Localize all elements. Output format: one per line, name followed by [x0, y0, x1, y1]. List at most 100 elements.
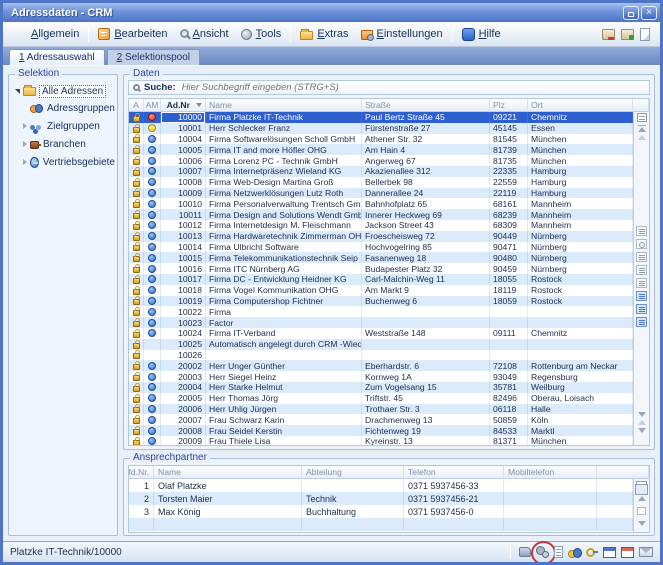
- grid-view-icon[interactable]: [636, 317, 647, 327]
- menu-extras[interactable]: Extras: [294, 26, 354, 42]
- address-row[interactable]: 10025Automatisch angelegt durch CRM -Wie…: [129, 339, 633, 350]
- contact-cards-icon[interactable]: [636, 481, 647, 490]
- column-header-name[interactable]: Name: [206, 99, 362, 112]
- search-input[interactable]: [180, 81, 645, 94]
- scroll-down-icon[interactable]: [638, 412, 646, 417]
- detail-view-icon[interactable]: [636, 304, 647, 314]
- contact-row[interactable]: 2Torsten MaierTechnik0371 5937456-21: [129, 492, 633, 505]
- contact-column-header-telefon[interactable]: Telefon: [404, 466, 504, 479]
- table-status-button[interactable]: [621, 547, 634, 558]
- list-view-icon[interactable]: [636, 291, 647, 301]
- contact-options-icon[interactable]: [637, 507, 646, 515]
- address-row[interactable]: 10023Factor: [129, 317, 633, 328]
- phone-status-button[interactable]: [519, 547, 531, 557]
- address-row[interactable]: 10013Firma Hardwaretechnik Zimmerman OHG…: [129, 231, 633, 242]
- address-row[interactable]: 10012Firma Internetdesign M. Fleischmann…: [129, 220, 633, 231]
- address-row[interactable]: 20009Frau Thiele LisaKyreinstr. 1381371M…: [129, 436, 633, 445]
- notes-status-button[interactable]: [554, 546, 563, 558]
- menu-bearbeiten[interactable]: Bearbeiten: [92, 26, 173, 42]
- contact-column-header-mobiltelefon[interactable]: Mobiltelefon: [504, 466, 597, 479]
- address-row[interactable]: 10006Firma Lorenz PC - Technik GmbHAnger…: [129, 155, 633, 166]
- column-header-lock[interactable]: A: [129, 99, 144, 112]
- address-row[interactable]: 10007Firma Internetpräsenz Wieland KGAka…: [129, 166, 633, 177]
- tree-root-alle-adressen[interactable]: Alle Adressen: [15, 85, 115, 98]
- restore-button[interactable]: [623, 6, 639, 20]
- address-row[interactable]: 20007Frau Schwarz KarinDrachmenweg 13508…: [129, 414, 633, 425]
- scroll-up-icon[interactable]: [638, 127, 646, 132]
- menu-tools[interactable]: Tools: [235, 26, 288, 42]
- address-row[interactable]: 20004Herr Starke HelmutZum Vogelsang 153…: [129, 382, 633, 393]
- copy-icon[interactable]: [636, 278, 647, 288]
- address-row[interactable]: 10024Firma IT-VerbandWeststraße 14809111…: [129, 328, 633, 339]
- column-chooser-icon[interactable]: [637, 113, 647, 122]
- text-view-icon[interactable]: [636, 252, 647, 262]
- name-cell: Herr Thomas Jörg: [206, 393, 362, 404]
- address-row[interactable]: 10004Firma Softwarelösungen Scholl GmbHA…: [129, 134, 633, 145]
- address-row[interactable]: 20008Frau Seidel KerstinFichtenweg 19845…: [129, 425, 633, 436]
- zoom-icon[interactable]: [636, 239, 647, 249]
- process-status-button[interactable]: [536, 546, 549, 558]
- lock-icon: [133, 299, 140, 305]
- address-row[interactable]: 10009Firma Netzwerklösungen Lutz RothDan…: [129, 188, 633, 199]
- menu-hilfe[interactable]: Hilfe: [456, 26, 507, 43]
- contact-scroll-up-icon[interactable]: [638, 496, 646, 501]
- address-row[interactable]: 20006Herr Uhlig JürgenTrothaer Str. 3061…: [129, 404, 633, 415]
- contact-column-header-abteilung[interactable]: Abteilung: [302, 466, 404, 479]
- tree-item-vertriebsgebiete[interactable]: Vertriebsgebiete: [23, 156, 115, 168]
- column-header-strasse[interactable]: Straße: [362, 99, 490, 112]
- contact-row[interactable]: 3Max KönigBuchhaltung0371 5937456-0: [129, 505, 633, 518]
- address-row[interactable]: 10017Firma DC - Entwicklung Heidner KGCa…: [129, 274, 633, 285]
- address-row[interactable]: 20002Herr Unger GüntherEberhardstr. 6721…: [129, 360, 633, 371]
- address-row[interactable]: 10005Firma IT and more Höfler OHGAm Hain…: [129, 144, 633, 155]
- contact-column-header-lfd-nr-[interactable]: Lfd.Nr.: [129, 466, 154, 479]
- permissions-status-button[interactable]: [586, 547, 598, 558]
- address-row[interactable]: 10019Firma Computershop FichtnerBuchenwe…: [129, 296, 633, 307]
- address-row[interactable]: 10000Firma Platzke IT-TechnikPaul Bertz …: [129, 112, 633, 123]
- menu-ansicht[interactable]: Ansicht: [174, 26, 235, 42]
- address-row[interactable]: 20005Herr Thomas JörgTriftstr. 4582496Ob…: [129, 393, 633, 404]
- address-row[interactable]: 10010Firma Personalverwaltung Trentsch G…: [129, 198, 633, 209]
- address-row[interactable]: 20003Herr Siegel HeinzKornweg 1A93049Reg…: [129, 371, 633, 382]
- contact-scroll-down-icon[interactable]: [638, 521, 646, 526]
- tab-1-adressauswahl[interactable]: 1 Adressauswahl: [9, 49, 105, 65]
- address-row[interactable]: 10011Firma Design and Solutions Wendt Gm…: [129, 209, 633, 220]
- address-row[interactable]: 10018Firma Vogel Kommunikation OHGAm Mar…: [129, 285, 633, 296]
- contact-row[interactable]: 1Olaf Platzke0371 5937456-33: [129, 479, 633, 492]
- window-status-button[interactable]: [603, 547, 616, 558]
- filter-icon[interactable]: [636, 265, 647, 275]
- column-header-adnr[interactable]: Ad.Nr: [161, 99, 206, 112]
- menu-allgemein[interactable]: Allgemein: [8, 26, 85, 43]
- add-row-icon[interactable]: [638, 420, 646, 425]
- contact-column-header-name[interactable]: Name: [154, 466, 302, 479]
- address-row[interactable]: 10001Herr Schlecker FranzFürstenstraße 2…: [129, 123, 633, 134]
- new-page-button[interactable]: [639, 26, 651, 43]
- tree-item-zielgruppen[interactable]: Zielgruppen: [23, 120, 115, 132]
- add-record-button[interactable]: [620, 26, 635, 43]
- contact-blank-cell: [597, 479, 633, 492]
- address-row[interactable]: 10008Firma Web-Design Martina GroßBeller…: [129, 177, 633, 188]
- contacts-status-button[interactable]: [568, 547, 581, 558]
- scroll-bottom-icon[interactable]: [638, 428, 646, 433]
- address-row[interactable]: 10015Firma Telekommunikationstechnik Sei…: [129, 252, 633, 263]
- card-view-icon[interactable]: [636, 226, 647, 236]
- plz-cell: 18055: [490, 274, 528, 285]
- ort-cell: Nürnberg: [528, 263, 633, 274]
- address-row[interactable]: 10026: [129, 350, 633, 361]
- tree-item-branchen[interactable]: Branchen: [23, 138, 115, 150]
- column-header-ort[interactable]: Ort: [528, 99, 633, 112]
- address-row[interactable]: 10022Firma: [129, 306, 633, 317]
- scroll-top-icon[interactable]: [638, 125, 646, 126]
- page-up-icon[interactable]: [638, 135, 646, 140]
- column-header-plz[interactable]: Plz: [490, 99, 528, 112]
- address-row[interactable]: 10014Firma Ulbricht SoftwareHochvogelrin…: [129, 242, 633, 253]
- tree-item-adressgruppen[interactable]: Adressgruppen: [23, 102, 115, 114]
- strasse-cell: [362, 339, 490, 350]
- tree-expanded-icon[interactable]: [15, 89, 20, 94]
- menu-einstellungen[interactable]: Einstellungen: [355, 26, 449, 42]
- mail-status-button[interactable]: [639, 547, 653, 557]
- column-header-am[interactable]: AM: [144, 99, 161, 112]
- close-button[interactable]: ×: [641, 6, 657, 20]
- address-row[interactable]: 10016Firma ITC Nürnberg AGBudapester Pla…: [129, 263, 633, 274]
- remove-record-button[interactable]: [601, 26, 616, 43]
- tab-2-selektionspool[interactable]: 2 Selektionspool: [107, 49, 200, 65]
